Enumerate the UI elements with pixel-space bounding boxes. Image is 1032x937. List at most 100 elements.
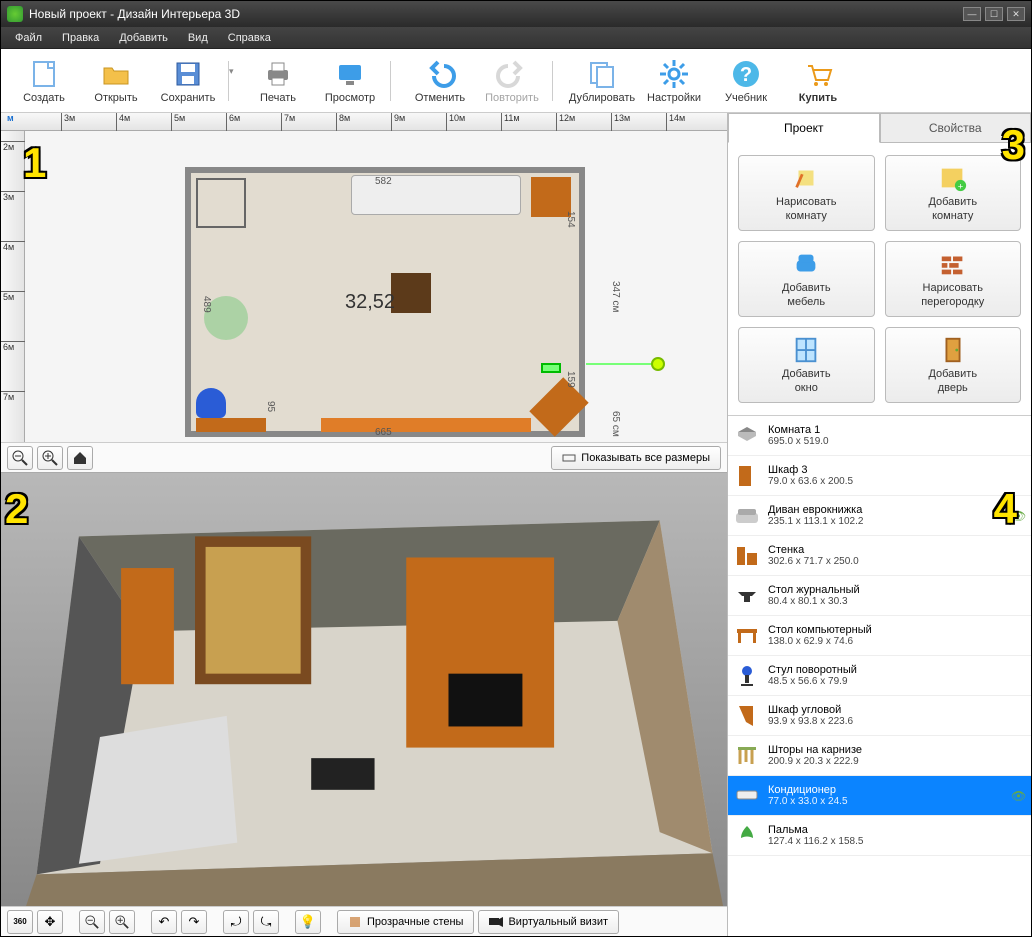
visibility-icon[interactable]: 👁: [1011, 509, 1025, 523]
draw-room-button[interactable]: Нарисоватькомнату: [738, 155, 875, 231]
virtual-visit-button[interactable]: Виртуальный визит: [478, 910, 619, 934]
zoom-in-3d-button[interactable]: [109, 910, 135, 934]
list-item[interactable]: Кондиционер 77.0 x 33.0 x 24.5 👁: [728, 776, 1031, 816]
view-3d[interactable]: [1, 473, 727, 906]
add-room-button[interactable]: +Добавитькомнату: [885, 155, 1022, 231]
object-icon: [734, 743, 760, 769]
object-dimensions: 79.0 x 63.6 x 200.5: [768, 476, 1003, 487]
redo-button[interactable]: Повторить: [477, 52, 547, 110]
add-window-button[interactable]: Добавитьокно: [738, 327, 875, 403]
menu-add[interactable]: Добавить: [109, 30, 178, 46]
tabs: Проект Свойства: [728, 113, 1031, 143]
dim-right: 347 см: [610, 281, 621, 312]
list-item[interactable]: Стенка 302.6 x 71.7 x 250.0: [728, 536, 1031, 576]
show-all-dims-button[interactable]: Показывать все размеры: [551, 446, 721, 470]
undo-button[interactable]: Отменить: [405, 52, 475, 110]
duplicate-button[interactable]: Дублировать: [567, 52, 637, 110]
furniture-corner[interactable]: [196, 178, 246, 228]
list-item[interactable]: Шторы на карнизе 200.9 x 20.3 x 222.9: [728, 736, 1031, 776]
object-name: Шкаф 3: [768, 464, 1003, 476]
add-door-button[interactable]: Добавитьдверь: [885, 327, 1022, 403]
object-name: Стол компьютерный: [768, 624, 1003, 636]
zoom-in-button[interactable]: [37, 446, 63, 470]
minimize-button[interactable]: —: [963, 7, 981, 21]
maximize-button[interactable]: ☐: [985, 7, 1003, 21]
toolbar: Создать Открыть Сохранить ▾ Печать Просм…: [1, 49, 1031, 113]
add-furniture-button[interactable]: Добавитьмебель: [738, 241, 875, 317]
transparent-walls-button[interactable]: Прозрачные стены: [337, 910, 474, 934]
menu-file[interactable]: Файл: [5, 30, 52, 46]
settings-button[interactable]: Настройки: [639, 52, 709, 110]
zoom-out-3d-button[interactable]: [79, 910, 105, 934]
home-button[interactable]: [67, 446, 93, 470]
buy-button[interactable]: Купить: [783, 52, 853, 110]
furniture-shelf[interactable]: [321, 418, 531, 432]
plan-canvas[interactable]: 32,52 582 347 см 154 489 665 95 159 65 с…: [25, 131, 727, 442]
object-dimensions: 93.9 x 93.8 x 223.6: [768, 716, 1003, 727]
app-icon: [7, 6, 23, 22]
object-list[interactable]: Комната 1 695.0 x 519.0 Шкаф 3 79.0 x 63…: [728, 416, 1031, 936]
ruler-vertical: 2м 3м 4м 5м 6м 7м: [1, 131, 25, 442]
actions-panel: Нарисоватькомнату +Добавитькомнату Добав…: [728, 143, 1031, 416]
object-name: Пальма: [768, 824, 1003, 836]
list-item[interactable]: Шкаф угловой 93.9 x 93.8 x 223.6: [728, 696, 1031, 736]
list-item[interactable]: Комната 1 695.0 x 519.0: [728, 416, 1031, 456]
close-button[interactable]: ✕: [1007, 7, 1025, 21]
room-area-label: 32,52: [345, 291, 395, 314]
print-button[interactable]: Печать: [243, 52, 313, 110]
tab-project[interactable]: Проект: [728, 113, 880, 143]
pan-button[interactable]: ✥: [37, 910, 63, 934]
object-name: Кондиционер: [768, 784, 1003, 796]
visibility-icon[interactable]: 👁: [1011, 789, 1025, 803]
save-button[interactable]: Сохранить: [153, 52, 223, 110]
list-item[interactable]: Пальма 127.4 x 116.2 x 158.5: [728, 816, 1031, 856]
open-button[interactable]: Открыть: [81, 52, 151, 110]
window-title: Новый проект - Дизайн Интерьера 3D: [29, 7, 240, 21]
menu-view[interactable]: Вид: [178, 30, 218, 46]
light-button[interactable]: 💡: [295, 910, 321, 934]
rotate-360-button[interactable]: 360: [7, 910, 33, 934]
furniture-wardrobe-angle[interactable]: [529, 377, 588, 436]
menubar: Файл Правка Добавить Вид Справка: [1, 27, 1031, 49]
preview-button[interactable]: Просмотр: [315, 52, 385, 110]
object-icon: [734, 823, 760, 849]
furniture-table[interactable]: [391, 273, 431, 313]
titlebar: Новый проект - Дизайн Интерьера 3D — ☐ ✕: [1, 1, 1031, 27]
object-icon: [734, 623, 760, 649]
object-dimensions: 77.0 x 33.0 x 24.5: [768, 796, 1003, 807]
create-button[interactable]: Создать: [9, 52, 79, 110]
separator: [552, 61, 562, 101]
tilt-up-button[interactable]: ⤾: [223, 910, 249, 934]
dim-bottom: 665: [375, 427, 392, 438]
object-icon: [734, 423, 760, 449]
menu-help[interactable]: Справка: [218, 30, 281, 46]
dim-154: 154: [565, 211, 576, 228]
furniture-ac[interactable]: [541, 363, 561, 373]
zoom-out-button[interactable]: [7, 446, 33, 470]
object-icon: [734, 663, 760, 689]
object-name: Стул поворотный: [768, 664, 1003, 676]
object-dimensions: 695.0 x 519.0: [768, 436, 1003, 447]
menu-edit[interactable]: Правка: [52, 30, 109, 46]
tab-properties[interactable]: Свойства: [880, 113, 1032, 143]
object-dimensions: 200.9 x 20.3 x 222.9: [768, 756, 1003, 767]
list-item[interactable]: Стул поворотный 48.5 x 56.6 x 79.9: [728, 656, 1031, 696]
rotate-left-button[interactable]: ↶: [151, 910, 177, 934]
help-button[interactable]: ?Учебник: [711, 52, 781, 110]
list-item[interactable]: Стол компьютерный 138.0 x 62.9 x 74.6: [728, 616, 1031, 656]
object-icon: [734, 503, 760, 529]
list-item[interactable]: Стол журнальный 80.4 x 80.1 x 30.3: [728, 576, 1031, 616]
svg-text:?: ?: [740, 64, 752, 86]
furniture-chair[interactable]: [196, 388, 226, 418]
dim-left: 489: [201, 296, 212, 313]
dim-door: 95: [265, 401, 276, 412]
object-name: Шкаф угловой: [768, 704, 1003, 716]
list-item[interactable]: Диван еврокнижка 235.1 x 113.1 x 102.2 👁: [728, 496, 1031, 536]
object-name: Стенка: [768, 544, 1003, 556]
list-item[interactable]: Шкаф 3 79.0 x 63.6 x 200.5: [728, 456, 1031, 496]
rotate-right-button[interactable]: ↷: [181, 910, 207, 934]
ruler-horizontal: м 3м 4м 5м 6м 7м 8м 9м 10м 11м 12м 13м 1…: [1, 113, 727, 131]
tilt-down-button[interactable]: ⤿: [253, 910, 279, 934]
furniture-desk[interactable]: [196, 418, 266, 432]
draw-wall-button[interactable]: Нарисоватьперегородку: [885, 241, 1022, 317]
